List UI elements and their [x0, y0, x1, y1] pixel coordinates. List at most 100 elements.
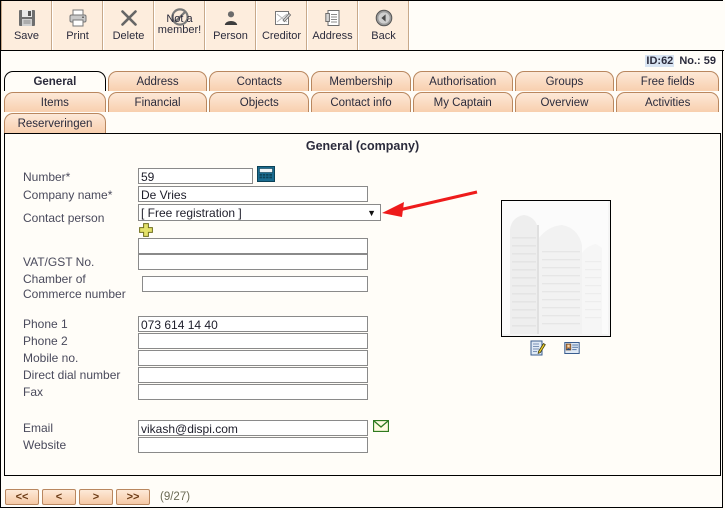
- tab-objects[interactable]: Objects: [209, 92, 310, 112]
- number-input[interactable]: 59: [138, 168, 253, 184]
- first-record-button[interactable]: <<: [5, 489, 39, 505]
- tab-contacts[interactable]: Contacts: [209, 71, 310, 91]
- creditor-button[interactable]: Creditor: [256, 1, 307, 50]
- tab-contact-info[interactable]: Contact info: [311, 92, 411, 112]
- back-arrow-icon: [374, 6, 394, 30]
- floppy-disk-icon: [17, 6, 37, 30]
- person-button-label: Person: [213, 30, 248, 42]
- toolbar-filler: [409, 1, 724, 50]
- contact-person-extra-input[interactable]: [138, 238, 368, 254]
- tab-overview[interactable]: Overview: [514, 92, 615, 112]
- person-icon: [221, 6, 241, 30]
- email-input[interactable]: vikash@dispi.com: [138, 420, 368, 436]
- address-button-label: Address: [312, 30, 353, 42]
- x-cross-icon: [119, 6, 139, 30]
- edit-note-icon[interactable]: [530, 340, 546, 356]
- delete-button[interactable]: Delete: [103, 1, 154, 50]
- address-card-icon: [323, 6, 343, 30]
- tab-items-label: Items: [40, 96, 69, 109]
- envelope-icon[interactable]: [372, 419, 390, 433]
- id-card-icon[interactable]: [564, 340, 580, 356]
- tab-items[interactable]: Items: [4, 92, 106, 112]
- tab-activities-label: Activities: [644, 96, 691, 109]
- photo-action-icons: [501, 339, 609, 357]
- tab-reserveringen-label: Reserveringen: [17, 117, 93, 130]
- vat-input[interactable]: [138, 254, 368, 270]
- mobile-input[interactable]: [138, 350, 368, 366]
- fax-input[interactable]: [138, 384, 368, 400]
- tab-my-captain[interactable]: My Captain: [412, 92, 513, 112]
- tab-address[interactable]: Address: [107, 71, 208, 91]
- record-counter: (9/27): [160, 491, 191, 503]
- tab-my-captain-label: My Captain: [433, 96, 492, 109]
- chamber-of-commerce-input[interactable]: [142, 276, 368, 292]
- creditor-button-label: Creditor: [261, 30, 302, 42]
- save-button[interactable]: Save: [1, 1, 52, 50]
- contact-person-value: [ Free registration ]: [141, 205, 242, 220]
- tab-general-label: General: [33, 75, 77, 88]
- print-button-label: Print: [66, 30, 89, 42]
- back-button[interactable]: Back: [358, 1, 409, 50]
- calculator-icon[interactable]: [257, 166, 275, 182]
- direct-dial-label: Direct dial number: [23, 368, 121, 382]
- vat-label: VAT/GST No.: [23, 255, 95, 269]
- last-record-button[interactable]: >>: [116, 489, 150, 505]
- tab-membership[interactable]: Membership: [311, 71, 411, 91]
- tab-row-3: Reserveringen: [4, 113, 721, 133]
- contact-person-dropdown[interactable]: [ Free registration ] ▼: [138, 204, 381, 221]
- application-window: Save Print Delete Not a member! Person C…: [0, 0, 724, 508]
- record-number-label: No.: 59: [679, 55, 716, 67]
- tab-strip: General Address Contacts Membership Auth…: [4, 71, 721, 134]
- fax-label: Fax: [23, 385, 44, 399]
- contact-person-label: Contact person: [23, 211, 105, 225]
- previous-record-button[interactable]: <: [42, 489, 76, 505]
- company-building-photo: [502, 201, 608, 334]
- chevron-down-icon: ▼: [367, 207, 376, 218]
- record-id-label: ID:62: [645, 55, 675, 67]
- tab-authorisation[interactable]: Authorisation: [412, 71, 513, 91]
- add-plus-icon[interactable]: [139, 223, 153, 237]
- company-name-label: Company name*: [23, 188, 113, 202]
- tab-contact-info-label: Contact info: [330, 96, 392, 109]
- phone1-input[interactable]: 073 614 14 40: [138, 316, 368, 332]
- number-label: Number*: [23, 170, 71, 184]
- company-photo[interactable]: [501, 200, 611, 337]
- website-label: Website: [23, 438, 67, 452]
- email-label: Email: [23, 421, 54, 435]
- tab-free-fields-label: Free fields: [640, 75, 695, 88]
- print-button[interactable]: Print: [52, 1, 103, 50]
- phone1-label: Phone 1: [23, 317, 68, 331]
- chamber-of-commerce-label-line2: Commerce number: [23, 287, 126, 301]
- address-button[interactable]: Address: [307, 1, 358, 50]
- company-name-input[interactable]: De Vries: [138, 186, 368, 202]
- not-a-member-button[interactable]: Not a member!: [154, 1, 205, 50]
- tab-address-label: Address: [136, 75, 179, 88]
- tab-groups-label: Groups: [545, 75, 584, 88]
- tab-overview-label: Overview: [540, 96, 589, 109]
- tab-financial[interactable]: Financial: [107, 92, 208, 112]
- not-a-member-button-label: Not a member!: [157, 13, 202, 36]
- phone2-label: Phone 2: [23, 334, 68, 348]
- tab-reserveringen[interactable]: Reserveringen: [4, 113, 106, 133]
- website-input[interactable]: [138, 437, 368, 453]
- tab-general[interactable]: General: [4, 71, 106, 91]
- save-button-label: Save: [13, 30, 40, 42]
- record-navigation: << < > >> (9/27): [5, 488, 190, 506]
- toolbar: Save Print Delete Not a member! Person C…: [1, 1, 724, 51]
- chamber-of-commerce-label-line1: Chamber of: [23, 272, 86, 286]
- general-form: Number* 59 Company name* De Vries Contac…: [5, 134, 722, 475]
- next-record-button[interactable]: >: [79, 489, 113, 505]
- tab-financial-label: Financial: [134, 96, 181, 109]
- tab-row-2: Items Financial Objects Contact info My …: [4, 92, 721, 112]
- mobile-label: Mobile no.: [23, 351, 79, 365]
- direct-dial-input[interactable]: [138, 367, 368, 383]
- phone2-input[interactable]: [138, 333, 368, 349]
- tab-activities[interactable]: Activities: [616, 92, 719, 112]
- printer-icon: [68, 6, 88, 30]
- tab-free-fields[interactable]: Free fields: [616, 71, 719, 91]
- delete-button-label: Delete: [112, 30, 145, 42]
- tab-groups[interactable]: Groups: [514, 71, 615, 91]
- general-company-panel: General (company) Number* 59 Company nam…: [4, 133, 721, 476]
- tab-membership-label: Membership: [329, 75, 393, 88]
- person-button[interactable]: Person: [205, 1, 256, 50]
